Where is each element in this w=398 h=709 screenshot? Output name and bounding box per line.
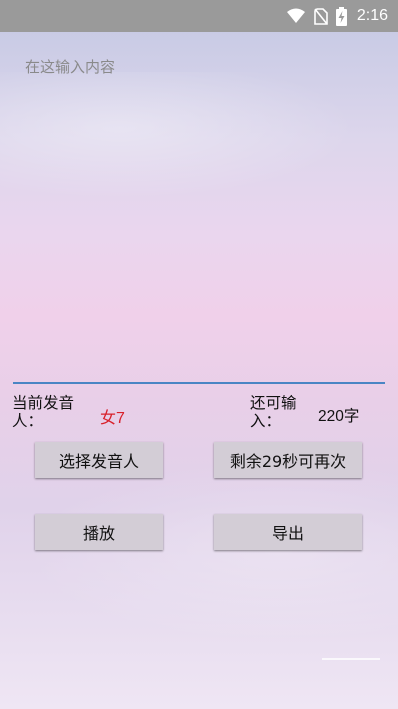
status-icons: 2:16 <box>286 6 388 26</box>
wifi-icon <box>286 8 305 23</box>
app-content: 在这输入内容 当前发音 人： 女7 还可输 入： 220字 选择发音人 剩余29… <box>0 32 398 709</box>
status-bar: 2:16 <box>0 0 398 32</box>
input-placeholder: 在这输入内容 <box>25 58 116 76</box>
no-sim-icon <box>314 7 328 25</box>
scroll-indicator <box>322 658 380 660</box>
remaining-label-line1: 还可输 <box>250 394 297 412</box>
play-button[interactable]: 播放 <box>35 514 163 550</box>
export-button[interactable]: 导出 <box>214 514 362 550</box>
current-speaker-value: 女7 <box>100 410 125 427</box>
choose-speaker-button[interactable]: 选择发音人 <box>35 442 163 478</box>
remaining-label: 还可输 入： <box>250 394 297 430</box>
speaker-label-line2: 人： <box>12 412 44 430</box>
cooldown-button[interactable]: 剩余29秒可再次 <box>214 442 362 478</box>
speaker-label-line1: 当前发音 <box>12 394 75 412</box>
remaining-label-line2: 入： <box>250 412 282 430</box>
text-input[interactable]: 在这输入内容 <box>13 48 385 384</box>
speaker-label: 当前发音 人： <box>12 394 74 430</box>
status-time: 2:16 <box>356 7 388 24</box>
remaining-chars-value: 220字 <box>318 408 360 425</box>
battery-charging-icon <box>335 6 347 26</box>
